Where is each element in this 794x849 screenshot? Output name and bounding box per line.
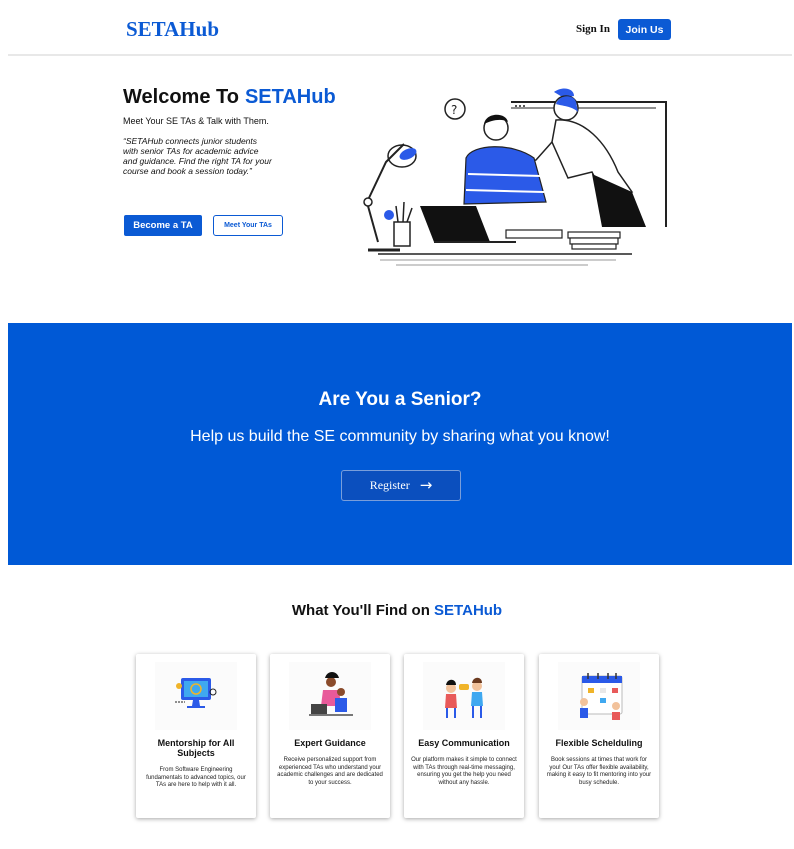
arrow-right-icon: →: [419, 476, 433, 494]
brand-logo[interactable]: SETAHub: [126, 17, 219, 42]
features-heading: What You'll Find on SETAHub: [0, 602, 794, 619]
calendar-scheduling-icon: [558, 662, 640, 730]
tutor-with-student-icon: [289, 662, 371, 730]
register-button[interactable]: Register →: [341, 470, 461, 501]
feature-title: Mentorship for All Subjects: [157, 738, 235, 758]
top-navbar: SETAHub Sign In Join Us: [8, 0, 792, 56]
feature-description: Receive personalized support from experi…: [277, 757, 383, 786]
feature-card-guidance: Expert Guidance Receive personalized sup…: [270, 654, 390, 818]
feature-description: From Software Engineering fundamentals t…: [146, 767, 246, 788]
join-us-button[interactable]: Join Us: [618, 19, 671, 40]
hero-title-prefix: Welcome To: [123, 86, 239, 108]
two-people-chatting-icon: [423, 662, 505, 730]
senior-subtitle: Help us build the SE community by sharin…: [190, 428, 610, 445]
sign-in-link[interactable]: Sign In: [576, 23, 610, 35]
register-label: Register: [369, 478, 410, 492]
senior-title: Are You a Senior?: [318, 389, 482, 410]
feature-description: Book sessions at times that work for you…: [546, 757, 652, 786]
hero-quote: “SETAHub connects junior students with s…: [123, 136, 272, 176]
meet-your-tas-button[interactable]: Meet Your TAs: [213, 215, 283, 236]
feature-card-scheduling: Flexible Schelduling Book sessions at ti…: [539, 654, 659, 818]
hero-subtitle: Meet Your SE TAs & Talk with Them.: [123, 116, 269, 126]
hero-title: Welcome To SETAHub: [123, 86, 336, 109]
feature-title: Expert Guidance: [294, 738, 366, 748]
monitor-mentoring-icon: [155, 662, 237, 730]
feature-title: Flexible Schelduling: [555, 738, 643, 748]
become-ta-button[interactable]: Become a TA: [124, 215, 202, 236]
features-heading-accent: SETAHub: [434, 602, 503, 619]
feature-title: Easy Communication: [418, 738, 510, 748]
feature-card-communication: Easy Communication Our platform makes it…: [404, 654, 524, 818]
feature-description: Our platform makes it simple to connect …: [411, 757, 517, 786]
features-heading-prefix: What You'll Find on: [291, 602, 430, 619]
hero-title-accent: SETAHub: [244, 86, 336, 108]
svg-text:?: ?: [451, 103, 457, 117]
hero-tutoring-illustration: ?: [363, 88, 667, 266]
senior-callout-section: Are You a Senior? Help us build the SE c…: [8, 323, 792, 565]
feature-card-mentorship: Mentorship for All Subjects From Softwar…: [136, 654, 256, 818]
